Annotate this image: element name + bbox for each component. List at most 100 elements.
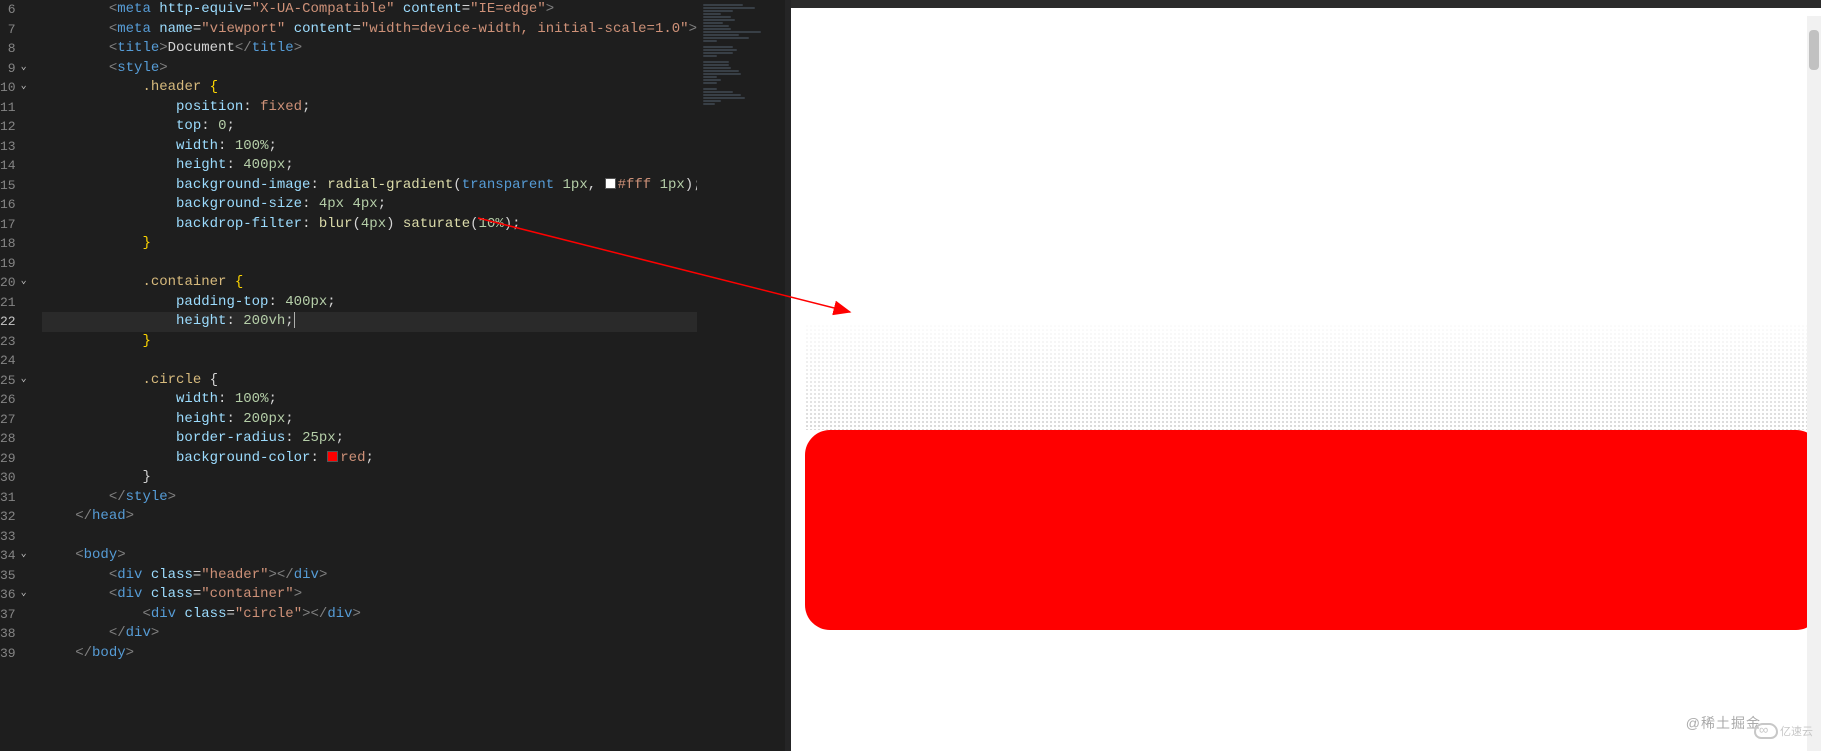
minimap-line [703, 97, 745, 99]
code-line[interactable]: } [42, 468, 702, 488]
code-line[interactable]: <div class="header"></div> [42, 566, 702, 586]
code-line[interactable]: .container { [42, 273, 702, 293]
code-line[interactable]: } [42, 234, 702, 254]
code-line[interactable]: width: 100%; [42, 137, 702, 157]
line-number: 37 [0, 605, 16, 625]
code-line[interactable]: <div class="circle"></div> [42, 605, 702, 625]
minimap-line [703, 10, 733, 12]
code-line[interactable] [42, 527, 702, 547]
code-line[interactable]: .header { [42, 78, 702, 98]
preview-red-circle [805, 430, 1821, 630]
minimap-line [703, 82, 717, 84]
minimap-line [703, 40, 717, 42]
minimap-line [703, 67, 731, 69]
code-line[interactable]: <title>Document</title> [42, 39, 702, 59]
line-number: 34⌄ [0, 546, 16, 566]
line-number: 9⌄ [0, 59, 16, 79]
line-number: 8 [0, 39, 16, 59]
line-number: 7 [0, 20, 16, 40]
minimap-line [703, 19, 735, 21]
minimap-line [703, 34, 739, 36]
code-line[interactable]: background-color: red; [42, 449, 702, 469]
code-line[interactable]: top: 0; [42, 117, 702, 137]
minimap-line [703, 52, 733, 54]
line-number: 20⌄ [0, 273, 16, 293]
line-number: 30 [0, 468, 16, 488]
code-line[interactable]: <meta http-equiv="X-UA-Compatible" conte… [42, 0, 702, 20]
code-line[interactable]: </div> [42, 624, 702, 644]
line-number: 36⌄ [0, 585, 16, 605]
preview-scrollbar[interactable] [1807, 16, 1821, 751]
code-editor-pane[interactable]: 6789⌄10⌄11121314151617181920⌄2122232425⌄… [0, 0, 697, 751]
line-number: 29 [0, 449, 16, 469]
watermark-logo: 亿速云 [1754, 723, 1813, 739]
line-number: 39 [0, 644, 16, 664]
line-number: 38 [0, 624, 16, 644]
line-number: 25⌄ [0, 371, 16, 391]
line-number: 11 [0, 98, 16, 118]
code-line[interactable]: .circle { [42, 371, 702, 391]
code-line[interactable]: </style> [42, 488, 702, 508]
code-line[interactable] [42, 254, 702, 274]
minimap-line [703, 46, 733, 48]
minimap-line [703, 100, 721, 102]
minimap-line [703, 25, 729, 27]
preview-scrollbar-thumb[interactable] [1809, 30, 1819, 70]
preview-header-blur [805, 324, 1821, 430]
minimap-line [703, 73, 741, 75]
code-line[interactable]: </body> [42, 644, 702, 664]
minimap-line [703, 70, 739, 72]
line-number: 33 [0, 527, 16, 547]
minimap-line [703, 88, 717, 90]
preview-tabbar [791, 0, 1821, 8]
color-swatch-icon [327, 451, 338, 462]
code-line[interactable]: <meta name="viewport" content="width=dev… [42, 20, 702, 40]
code-line[interactable]: height: 400px; [42, 156, 702, 176]
line-number: 12 [0, 117, 16, 137]
code-line[interactable]: background-image: radial-gradient(transp… [42, 176, 702, 196]
line-number: 23 [0, 332, 16, 352]
line-number: 15 [0, 176, 16, 196]
line-number: 21 [0, 293, 16, 313]
code-line[interactable]: </head> [42, 507, 702, 527]
line-number: 14 [0, 156, 16, 176]
code-line[interactable]: height: 200px; [42, 410, 702, 430]
code-line[interactable]: <div class="container"> [42, 585, 702, 605]
code-line[interactable]: height: 200vh; [42, 312, 702, 332]
line-number: 35 [0, 566, 16, 586]
code-line[interactable]: width: 100%; [42, 390, 702, 410]
line-number: 10⌄ [0, 78, 16, 98]
line-number: 18 [0, 234, 16, 254]
code-line[interactable]: <body> [42, 546, 702, 566]
minimap-line [703, 55, 717, 57]
minimap-line [703, 76, 717, 78]
line-number: 17 [0, 215, 16, 235]
text-cursor [294, 312, 295, 328]
line-number: 26 [0, 390, 16, 410]
line-number: 28 [0, 429, 16, 449]
line-number: 13 [0, 137, 16, 157]
code-line[interactable]: } [42, 332, 702, 352]
code-line[interactable]: backdrop-filter: blur(4px) saturate(10%)… [42, 215, 702, 235]
minimap-line [703, 16, 731, 18]
minimap-line [703, 4, 743, 6]
app-root: 6789⌄10⌄11121314151617181920⌄2122232425⌄… [0, 0, 1821, 751]
code-line[interactable]: position: fixed; [42, 98, 702, 118]
code-area[interactable]: <meta http-equiv="X-UA-Compatible" conte… [20, 0, 702, 751]
minimap-line [703, 13, 721, 15]
minimap-line [703, 7, 755, 9]
watermark-logo-text: 亿速云 [1780, 723, 1813, 739]
minimap-line [703, 28, 731, 30]
code-line[interactable]: padding-top: 400px; [42, 293, 702, 313]
code-line[interactable]: <style> [42, 59, 702, 79]
code-line[interactable]: background-size: 4px 4px; [42, 195, 702, 215]
minimap-line [703, 22, 723, 24]
cloud-icon [1754, 723, 1778, 739]
line-number: 6 [0, 0, 16, 20]
code-line[interactable] [42, 351, 702, 371]
code-line[interactable]: border-radius: 25px; [42, 429, 702, 449]
minimap[interactable] [697, 0, 785, 751]
color-swatch-icon [605, 178, 616, 189]
preview-document[interactable] [791, 8, 1821, 751]
minimap-line [703, 49, 737, 51]
